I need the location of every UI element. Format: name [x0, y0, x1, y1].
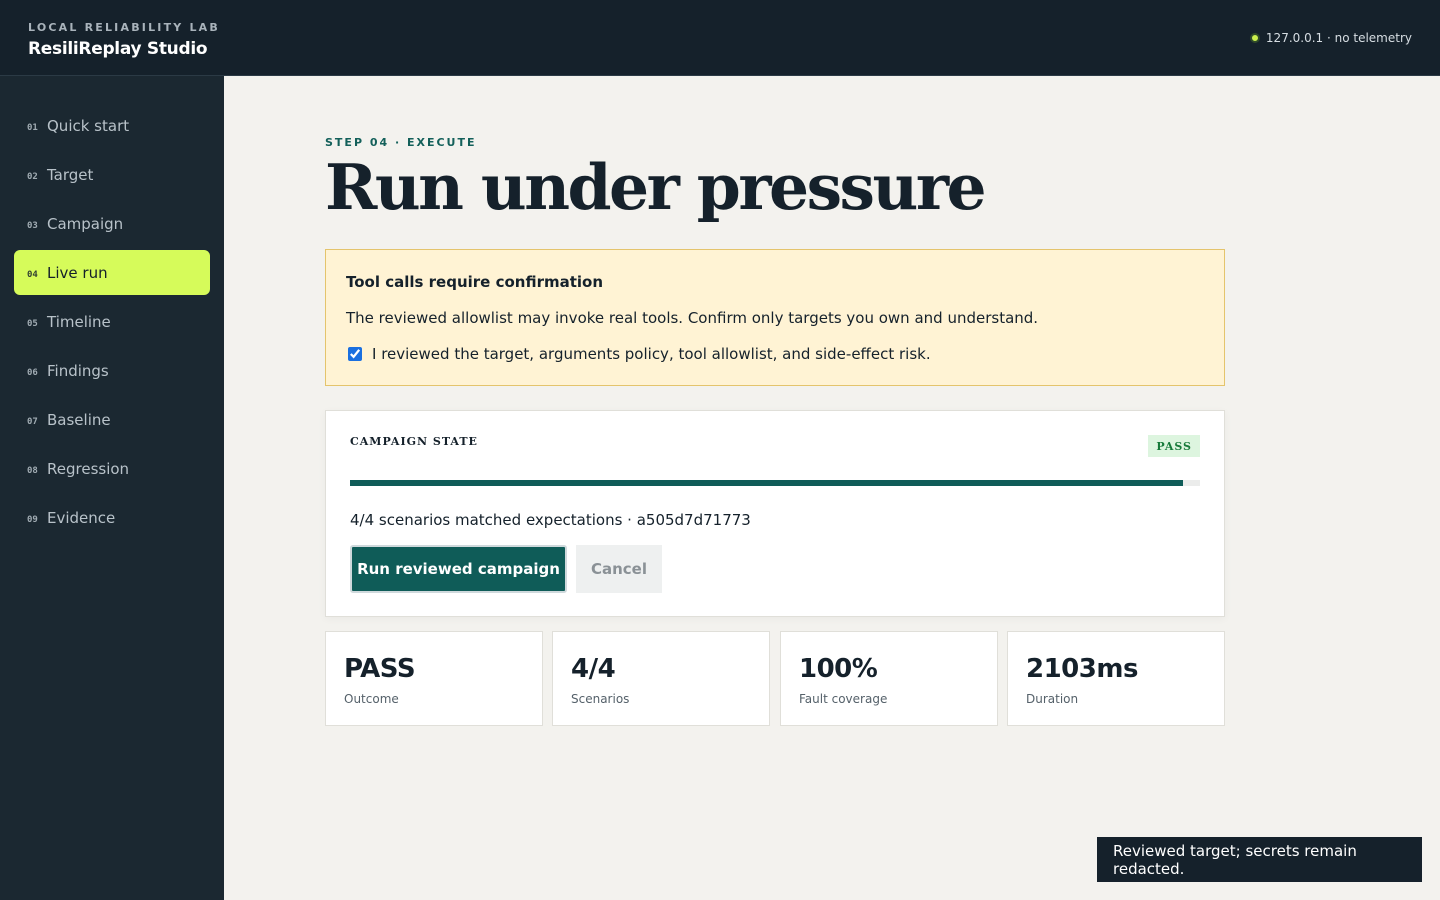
- metric-value: PASS: [344, 654, 416, 684]
- review-checkbox-label: I reviewed the target, arguments policy,…: [372, 345, 931, 363]
- cancel-button[interactable]: Cancel: [576, 545, 662, 593]
- sidebar-item-campaign[interactable]: 03 Campaign: [14, 201, 210, 246]
- confirmation-warning: Tool calls require confirmation The revi…: [325, 249, 1225, 386]
- nav-number: 09: [27, 514, 38, 525]
- sidebar-item-label: Evidence: [47, 508, 116, 527]
- progress-fill: [350, 480, 1183, 486]
- campaign-summary: 4/4 scenarios matched expectations · a50…: [350, 511, 751, 529]
- sidebar-item-label: Findings: [47, 361, 109, 380]
- warning-text: The reviewed allowlist may invoke real t…: [346, 309, 1039, 327]
- status-dot-icon: [1249, 33, 1260, 43]
- review-confirmation[interactable]: I reviewed the target, arguments policy,…: [348, 345, 931, 363]
- sidebar-item-label: Live run: [47, 263, 108, 282]
- sidebar-item-label: Regression: [47, 459, 130, 478]
- status-badge: PASS: [1148, 435, 1200, 457]
- metric-duration: 2103ms Duration: [1007, 631, 1225, 726]
- toast-notification: Reviewed target; secrets remain redacted…: [1097, 837, 1422, 882]
- campaign-state-label: CAMPAIGN STATE: [350, 435, 478, 448]
- nav-number: 03: [27, 220, 38, 231]
- sidebar-item-label: Timeline: [47, 312, 111, 331]
- host-status-text: 127.0.0.1 · no telemetry: [1265, 31, 1412, 45]
- run-campaign-button[interactable]: Run reviewed campaign: [350, 545, 567, 593]
- nav-number: 06: [27, 367, 38, 378]
- page-title: Run under pressure: [325, 150, 987, 224]
- metric-label: Fault coverage: [799, 692, 888, 706]
- sidebar-item-label: Target: [47, 165, 94, 184]
- metric-label: Duration: [1026, 692, 1079, 706]
- metric-value: 100%: [799, 654, 878, 684]
- nav-number: 02: [27, 171, 38, 182]
- metric-scenarios: 4/4 Scenarios: [552, 631, 770, 726]
- progress-bar: [350, 480, 1200, 486]
- sidebar-item-target[interactable]: 02 Target: [14, 152, 210, 197]
- metric-label: Outcome: [344, 692, 399, 706]
- metric-outcome: PASS Outcome: [325, 631, 543, 726]
- nav-number: 01: [27, 122, 38, 133]
- nav-number: 07: [27, 416, 38, 427]
- metric-value: 2103ms: [1026, 654, 1138, 684]
- warning-title: Tool calls require confirmation: [346, 273, 604, 291]
- metric-fault-coverage: 100% Fault coverage: [780, 631, 998, 726]
- sidebar-item-label: Baseline: [47, 410, 111, 429]
- sidebar-item-label: Quick start: [47, 116, 130, 135]
- campaign-state-card: CAMPAIGN STATE PASS 4/4 scenarios matche…: [325, 410, 1225, 617]
- sidebar-item-quick-start[interactable]: 01 Quick start: [14, 103, 210, 148]
- host-status: 127.0.0.1 · no telemetry: [1249, 31, 1412, 45]
- sidebar-item-label: Campaign: [47, 214, 124, 233]
- sidebar-item-live-run[interactable]: 04 Live run: [14, 250, 210, 295]
- nav-number: 05: [27, 318, 38, 329]
- sidebar: 01 Quick start 02 Target 03 Campaign 04 …: [0, 76, 224, 900]
- review-checkbox[interactable]: [348, 347, 362, 361]
- sidebar-item-baseline[interactable]: 07 Baseline: [14, 397, 210, 442]
- nav-number: 08: [27, 465, 38, 476]
- brand-eyebrow: LOCAL RELIABILITY LAB: [28, 21, 220, 34]
- sidebar-item-regression[interactable]: 08 Regression: [14, 446, 210, 491]
- top-bar: LOCAL RELIABILITY LAB ResiliReplay Studi…: [0, 0, 1440, 76]
- sidebar-item-findings[interactable]: 06 Findings: [14, 348, 210, 393]
- metric-label: Scenarios: [571, 692, 630, 706]
- step-eyebrow: STEP 04 · EXECUTE: [325, 136, 477, 149]
- metric-value: 4/4: [571, 654, 616, 684]
- nav-number: 04: [27, 269, 38, 280]
- sidebar-item-timeline[interactable]: 05 Timeline: [14, 299, 210, 344]
- app-title: ResiliReplay Studio: [28, 39, 208, 59]
- sidebar-item-evidence[interactable]: 09 Evidence: [14, 495, 210, 540]
